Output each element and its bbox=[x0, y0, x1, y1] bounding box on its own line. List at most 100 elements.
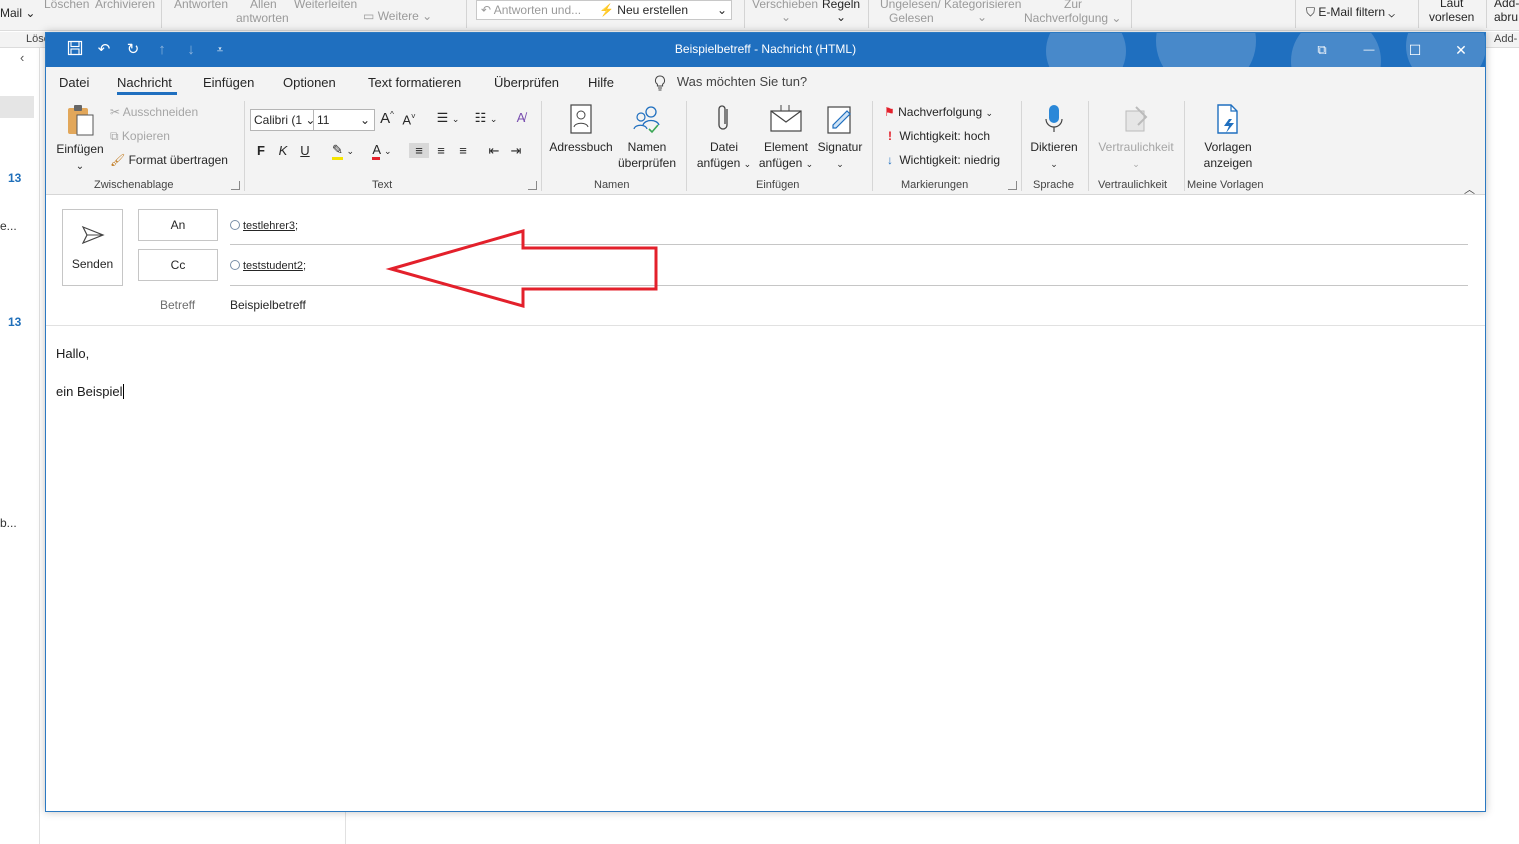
tab-datei[interactable]: Datei bbox=[59, 75, 89, 90]
email-filtern-button[interactable]: ⛉ E-Mail filtern ⌄ bbox=[1306, 5, 1395, 19]
check-names-button[interactable]: Namen überprüfen bbox=[614, 103, 680, 171]
allen-label[interactable]: Allen bbox=[250, 0, 277, 11]
selected-folder[interactable] bbox=[0, 96, 34, 118]
archivieren-label[interactable]: Archivieren bbox=[95, 0, 155, 11]
align-right-icon[interactable]: ≡ bbox=[453, 143, 473, 158]
check-names-icon bbox=[633, 106, 660, 134]
clipboard-launcher-icon[interactable] bbox=[231, 181, 240, 190]
font-color-button[interactable]: A ⌄ bbox=[364, 142, 400, 160]
cut-button[interactable]: ✂ Ausschneiden bbox=[110, 103, 198, 121]
bold-button[interactable]: F bbox=[251, 143, 271, 158]
align-center-icon[interactable]: ≡ bbox=[431, 143, 451, 158]
maximize-icon[interactable]: ☐ bbox=[1397, 38, 1433, 62]
format-painter-button[interactable]: 🖌 Format übertragen bbox=[110, 151, 228, 169]
background-divider bbox=[345, 810, 346, 844]
attach-item-button[interactable]: Element anfügen ⌄ bbox=[756, 103, 816, 172]
tab-optionen[interactable]: Optionen bbox=[283, 75, 336, 90]
quickstep-reply[interactable]: ↶ Antworten und... bbox=[481, 3, 581, 17]
tab-ueberpruefen[interactable]: Überprüfen bbox=[494, 75, 559, 90]
followup-button[interactable]: ⚑ Nachverfolgung ⌄ bbox=[884, 103, 993, 121]
presence-icon bbox=[230, 220, 240, 230]
filter-icon: ⛉ bbox=[1306, 5, 1316, 19]
body-line-2[interactable]: ein Beispiel bbox=[56, 384, 124, 399]
body-line-1[interactable]: Hallo, bbox=[56, 346, 89, 361]
highlight-button[interactable]: ✎ ⌄ bbox=[325, 142, 361, 160]
background-ribbon: Mail ⌄ Löschen Archivieren Antworten All… bbox=[0, 0, 1519, 31]
folder-text-2[interactable]: b... bbox=[0, 516, 17, 530]
ribbon-display-options-icon[interactable]: ⧉ bbox=[1304, 38, 1340, 62]
group-label-names: Namen bbox=[594, 179, 630, 191]
close-icon[interactable]: ✕ bbox=[1443, 38, 1479, 62]
font-name-select[interactable]: Calibri (1 ⌄ bbox=[250, 109, 315, 131]
nachverfolgung-bg-label[interactable]: Nachverfolgung ⌄ bbox=[1024, 11, 1121, 25]
numbering-button[interactable]: ☷ ⌄ bbox=[466, 110, 506, 126]
weitere-button[interactable]: ▭ Weitere ⌄ bbox=[363, 9, 432, 23]
mail-dropdown[interactable]: Mail ⌄ bbox=[0, 6, 35, 20]
view-templates-button[interactable]: Vorlagen anzeigen bbox=[1192, 103, 1264, 171]
align-left-icon[interactable]: ≡ bbox=[409, 143, 429, 158]
addins-label-2[interactable]: abru bbox=[1494, 10, 1518, 24]
weiterleiten-label[interactable]: Weiterleiten bbox=[294, 0, 357, 11]
to-button[interactable]: An bbox=[138, 209, 218, 241]
paste-button[interactable]: Einfügen ⌄ bbox=[56, 103, 104, 175]
quickstep-new[interactable]: ⚡ Neu erstellen bbox=[599, 3, 688, 17]
subject-label: Betreff bbox=[160, 298, 196, 312]
italic-button[interactable]: K bbox=[273, 143, 293, 158]
ribbon: Einfügen ⌄ ✂ Ausschneiden ⧉ Kopieren 🖌 Fo… bbox=[46, 95, 1485, 197]
decrease-indent-icon[interactable]: ⇤ bbox=[484, 143, 504, 159]
cc-button[interactable]: Cc bbox=[138, 249, 218, 281]
increase-indent-icon[interactable]: ⇥ bbox=[506, 143, 526, 159]
ungelesen-label[interactable]: Ungelesen/ bbox=[880, 0, 941, 11]
minimize-icon[interactable]: — bbox=[1351, 38, 1387, 62]
send-icon bbox=[81, 225, 105, 245]
numbered-list-icon: ☷ bbox=[474, 110, 487, 125]
low-importance-button[interactable]: ↓ Wichtigkeit: niedrig bbox=[884, 151, 1000, 169]
zur-label[interactable]: Zur bbox=[1064, 0, 1082, 11]
addins-label-1[interactable]: Add- bbox=[1494, 0, 1519, 10]
address-book-icon bbox=[570, 104, 592, 134]
shrink-font-button[interactable]: A˅ bbox=[399, 112, 419, 127]
folder-text-1[interactable]: e... bbox=[0, 219, 17, 233]
to-recipient[interactable]: testlehrer3 bbox=[243, 220, 295, 232]
cc-recipient[interactable]: teststudent2 bbox=[243, 260, 303, 272]
cc-field[interactable]: teststudent2; bbox=[230, 260, 306, 272]
copy-button[interactable]: ⧉ Kopieren bbox=[110, 127, 170, 145]
group-label-include: Einfügen bbox=[756, 179, 800, 191]
templates-icon bbox=[1217, 104, 1238, 134]
grow-font-button[interactable]: A^ bbox=[377, 110, 397, 127]
group-label-sensitivity: Vertraulichkeit bbox=[1098, 179, 1168, 191]
tell-me-search[interactable]: Was möchten Sie tun? bbox=[654, 74, 807, 91]
compose-window: ↶ ↻ ↑ ↓ ⩡ Beispielbetreff - Nachricht (H… bbox=[45, 32, 1486, 812]
tab-nachricht[interactable]: Nachricht bbox=[117, 75, 172, 90]
antworten-label[interactable]: Antworten bbox=[174, 0, 228, 11]
font-size-select[interactable]: 11 ⌄ bbox=[313, 109, 375, 131]
high-importance-button[interactable]: ! Wichtigkeit: hoch bbox=[884, 127, 990, 145]
sensitivity-button[interactable]: Vertraulichkeit ⌄ bbox=[1094, 103, 1178, 172]
tab-einfuegen[interactable]: Einfügen bbox=[203, 75, 254, 90]
to-field[interactable]: testlehrer3; bbox=[230, 220, 298, 232]
send-button[interactable]: Senden bbox=[62, 209, 123, 286]
tab-text-formatieren[interactable]: Text formatieren bbox=[368, 75, 461, 90]
subject-field[interactable]: Beispielbetreff bbox=[230, 298, 306, 312]
gelesen-label[interactable]: Gelesen bbox=[889, 11, 934, 25]
address-book-button[interactable]: Adressbuch bbox=[548, 103, 614, 155]
dictate-button[interactable]: Diktieren ⌄ bbox=[1026, 103, 1082, 172]
text-cursor bbox=[122, 384, 124, 399]
loeschen-label[interactable]: Löschen bbox=[44, 0, 89, 11]
exclamation-icon: ! bbox=[888, 129, 892, 143]
allen-antworten-label[interactable]: antworten bbox=[236, 11, 289, 25]
quicksteps-scroll-icon[interactable]: ⌄ bbox=[717, 3, 727, 17]
signature-button[interactable]: Signatur ⌄ bbox=[814, 103, 866, 172]
tab-hilfe[interactable]: Hilfe bbox=[588, 75, 614, 90]
to-field-underline bbox=[230, 244, 1468, 245]
vorlesen-label[interactable]: vorlesen bbox=[1429, 10, 1474, 24]
underline-button[interactable]: U bbox=[295, 143, 315, 158]
attach-file-button[interactable]: Datei anfügen ⌄ bbox=[692, 103, 756, 172]
bullets-button[interactable]: ☰ ⌄ bbox=[428, 110, 468, 126]
laut-label[interactable]: Laut bbox=[1440, 0, 1463, 10]
clear-formatting-icon[interactable]: A̸ bbox=[511, 110, 531, 125]
collapse-ribbon-icon[interactable]: ︿ bbox=[1464, 181, 1475, 197]
text-launcher-icon[interactable] bbox=[528, 181, 537, 190]
tags-launcher-icon[interactable] bbox=[1008, 181, 1017, 190]
collapse-chevron-icon[interactable]: ‹ bbox=[20, 50, 24, 65]
